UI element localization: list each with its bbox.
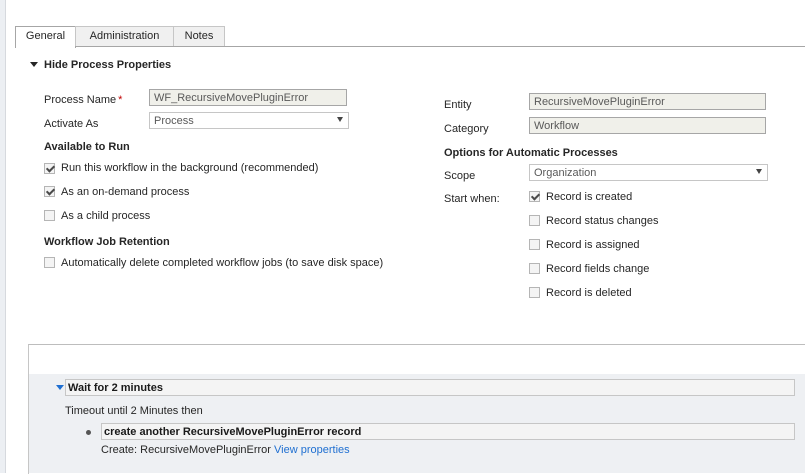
record-assigned-label: Record is assigned <box>546 239 640 251</box>
tab-general-label: General <box>25 30 66 42</box>
wait-step[interactable]: Wait for 2 minutes <box>65 379 795 396</box>
create-detail-prefix: Create: <box>101 444 138 456</box>
tab-bar: General Administration Notes <box>15 26 805 48</box>
tab-notes-label: Notes <box>184 30 214 42</box>
process-name-label: Process Name * <box>44 94 122 106</box>
timeout-text: Timeout until 2 Minutes then <box>65 405 203 417</box>
workflow-job-retention-heading: Workflow Job Retention <box>44 236 170 248</box>
record-status-changes-checkbox[interactable] <box>529 215 540 226</box>
record-assigned-checkbox[interactable] <box>529 239 540 250</box>
auto-delete-jobs-label: Automatically delete completed workflow … <box>61 257 384 269</box>
record-created-checkbox[interactable] <box>529 191 540 202</box>
category-label: Category <box>444 123 489 135</box>
start-when-label: Start when: <box>444 193 500 205</box>
view-properties-link[interactable]: View properties <box>274 444 350 456</box>
create-record-step[interactable]: create another RecursiveMovePluginError … <box>101 423 795 440</box>
hide-process-properties-toggle[interactable]: Hide Process Properties <box>30 59 171 71</box>
triangle-down-icon <box>30 62 38 67</box>
run-in-background-label: Run this workflow in the background (rec… <box>61 162 319 174</box>
process-name-field[interactable]: WF_RecursiveMovePluginError <box>149 89 347 106</box>
tab-administration[interactable]: Administration <box>75 26 174 46</box>
entity-label: Entity <box>444 99 472 111</box>
record-status-changes-label: Record status changes <box>546 215 659 227</box>
required-mark: * <box>118 94 123 106</box>
tab-general[interactable]: General <box>15 26 76 48</box>
activate-as-value: Process <box>154 115 194 127</box>
child-process-label: As a child process <box>61 210 151 222</box>
run-in-background-checkbox[interactable] <box>44 163 55 174</box>
on-demand-checkbox[interactable] <box>44 186 55 197</box>
triangle-down-icon[interactable] <box>56 385 64 390</box>
scope-label: Scope <box>444 170 476 182</box>
chevron-down-icon <box>756 169 762 174</box>
on-demand-label: As an on-demand process <box>61 186 190 198</box>
record-fields-change-label: Record fields change <box>546 263 650 275</box>
activate-as-select[interactable]: Process <box>149 112 349 129</box>
tab-notes[interactable]: Notes <box>173 26 225 46</box>
dot-icon <box>86 430 91 435</box>
options-automatic-heading: Options for Automatic Processes <box>444 147 618 159</box>
chevron-down-icon <box>337 117 343 122</box>
available-to-run-heading: Available to Run <box>44 141 130 153</box>
record-deleted-checkbox[interactable] <box>529 287 540 298</box>
child-process-checkbox[interactable] <box>44 210 55 221</box>
record-fields-change-checkbox[interactable] <box>529 263 540 274</box>
record-created-label: Record is created <box>546 191 633 203</box>
scope-select[interactable]: Organization <box>529 164 768 181</box>
process-name-label-text: Process Name <box>44 94 117 106</box>
create-detail: Create: RecursiveMovePluginError View pr… <box>101 444 350 456</box>
entity-field[interactable]: RecursiveMovePluginError <box>529 93 766 110</box>
record-deleted-label: Record is deleted <box>546 287 632 299</box>
tab-administration-label: Administration <box>89 30 160 42</box>
scope-value: Organization <box>534 167 597 179</box>
section-toggle-label: Hide Process Properties <box>44 59 172 71</box>
category-field[interactable]: Workflow <box>529 117 766 134</box>
auto-delete-jobs-checkbox[interactable] <box>44 257 55 268</box>
activate-as-label: Activate As <box>44 118 99 130</box>
left-edge-strip <box>0 0 6 473</box>
create-detail-entity: RecursiveMovePluginError <box>140 444 271 456</box>
